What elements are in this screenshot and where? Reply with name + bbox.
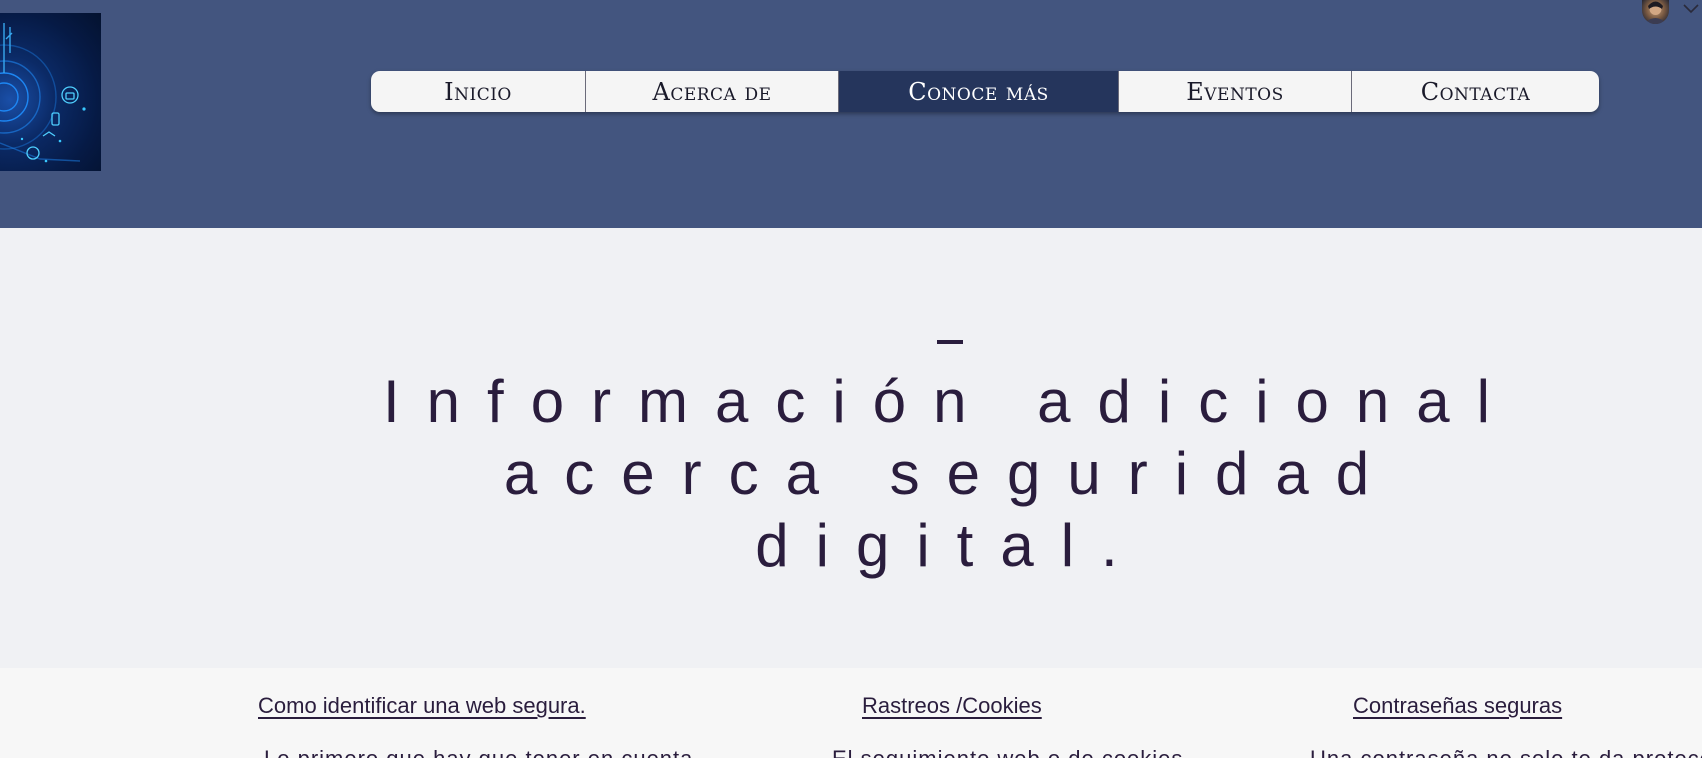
topic-link-web-segura[interactable]: Como identificar una web segura. [258, 693, 586, 719]
nav-item-contacta[interactable]: Contacta [1352, 71, 1599, 112]
nav-item-acerca-de[interactable]: Acerca de [586, 71, 839, 112]
topic-link-cookies[interactable]: Rastreos /Cookies [862, 693, 1042, 719]
user-avatar[interactable] [1642, 0, 1669, 24]
site-logo[interactable] [0, 13, 101, 171]
nav-item-label: Eventos [1186, 77, 1284, 106]
main-navigation: Inicio Acerca de Conoce más Eventos Cont… [371, 71, 1599, 112]
nav-item-label: Inicio [444, 77, 512, 106]
nav-item-eventos[interactable]: Eventos [1119, 71, 1352, 112]
chevron-down-icon[interactable] [1682, 2, 1700, 16]
page-title: Información adicional acerca seguridad d… [383, 368, 1517, 579]
nav-item-conoce-mas[interactable]: Conoce más [839, 71, 1119, 112]
topic-snippet: El seguimiento web o de cookies [832, 746, 1183, 758]
nav-item-inicio[interactable]: Inicio [371, 71, 586, 112]
page: Inicio Acerca de Conoce más Eventos Cont… [0, 0, 1702, 758]
title-accent-dash [937, 340, 963, 344]
topic-snippet: Una contraseña no solo te da protección [1310, 746, 1702, 758]
nav-item-label: Acerca de [652, 77, 772, 106]
cybersecurity-key-logo-icon [0, 23, 86, 163]
topic-link-contrasenas[interactable]: Contraseñas seguras [1353, 693, 1562, 719]
topic-snippet: Lo primero que hay que tener en cuenta [264, 746, 693, 758]
nav-item-label: Conoce más [908, 77, 1049, 106]
site-header: Inicio Acerca de Conoce más Eventos Cont… [0, 0, 1702, 228]
nav-item-label: Contacta [1420, 77, 1531, 106]
avatar-icon [1644, 1, 1667, 24]
